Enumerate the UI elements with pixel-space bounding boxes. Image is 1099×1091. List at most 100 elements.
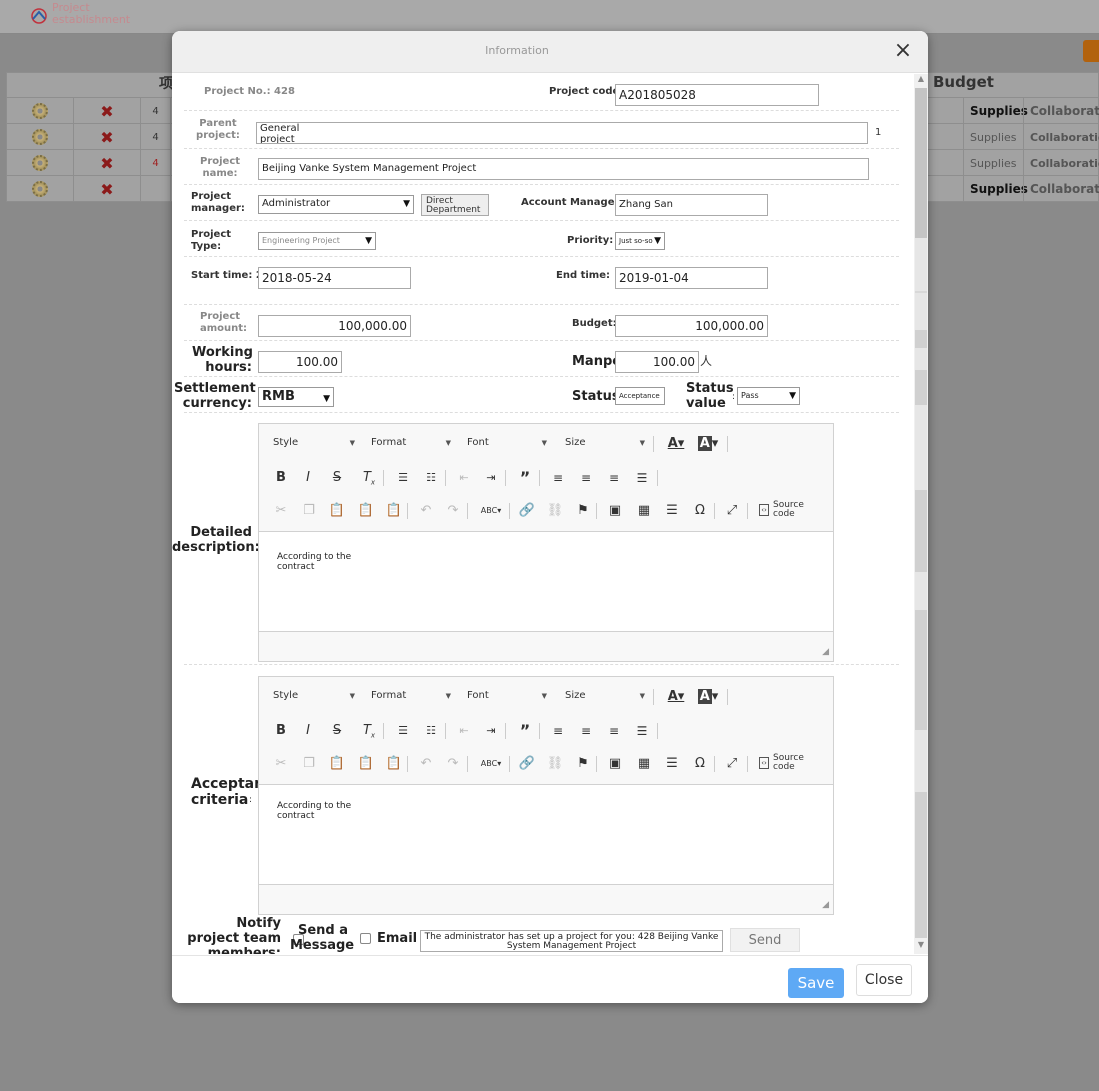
justify-icon[interactable]: ☰ [632, 721, 652, 741]
manpower-input[interactable]: 100.00 [615, 351, 699, 373]
scroll-up-icon[interactable]: ▲ [916, 74, 926, 86]
paste-icon[interactable]: 📋 [327, 501, 347, 521]
numbered-list-icon[interactable]: ☰ [393, 468, 413, 488]
project-manager-select[interactable]: Administrator ▼ [258, 195, 414, 214]
maximize-icon[interactable]: ⤢ [722, 754, 742, 774]
bg-color-icon[interactable]: A ▾ [695, 434, 721, 454]
link-icon[interactable]: 🔗 [517, 754, 537, 774]
resize-handle-icon[interactable]: ◢ [822, 647, 829, 657]
undo-icon[interactable]: ↶ [416, 501, 436, 521]
blockquote-icon[interactable]: ” [515, 468, 535, 488]
font-dropdown[interactable]: Font ▼ [461, 434, 549, 452]
send-button[interactable]: Send [730, 928, 800, 952]
unlink-icon[interactable]: ⛓ [545, 501, 565, 521]
size-dropdown[interactable]: Size ▼ [559, 687, 647, 705]
italic-icon[interactable]: I [298, 468, 318, 488]
direct-department-button[interactable]: Direct Department [421, 194, 489, 216]
image-icon[interactable]: ▣ [605, 754, 625, 774]
spellcheck-icon[interactable]: ABC▾ [477, 501, 505, 521]
account-manager-input[interactable]: Zhang San [615, 194, 768, 216]
anchor-icon[interactable]: ⚑ [573, 754, 593, 774]
gear-icon[interactable] [32, 129, 48, 145]
redo-icon[interactable]: ↷ [443, 754, 463, 774]
cut-icon[interactable]: ✂ [271, 501, 291, 521]
numbered-list-icon[interactable]: ☰ [393, 721, 413, 741]
acceptance-textarea[interactable]: According to the contract [259, 784, 833, 885]
bg-color-icon[interactable]: A ▾ [695, 687, 721, 707]
style-dropdown[interactable]: Style ▼ [267, 687, 357, 705]
delete-icon[interactable]: ✖ [100, 102, 113, 121]
project-name-input[interactable]: Beijing Vanke System Management Project [258, 158, 869, 180]
close-button[interactable]: Close [856, 964, 912, 996]
paste-text-icon[interactable]: 📋 [356, 754, 376, 774]
table-icon[interactable]: ▦ [634, 754, 654, 774]
remove-format-icon[interactable]: Tx [359, 721, 379, 741]
align-right-icon[interactable]: ≡ [604, 468, 624, 488]
bulleted-list-icon[interactable]: ☷ [421, 468, 441, 488]
spellcheck-icon[interactable]: ABC▾ [477, 754, 505, 774]
special-char-icon[interactable]: Ω [690, 754, 710, 774]
parent-project-input[interactable]: General project [256, 122, 868, 144]
scrollbar[interactable]: ▲ ▼ [914, 74, 928, 954]
image-icon[interactable]: ▣ [605, 501, 625, 521]
justify-icon[interactable]: ☰ [632, 468, 652, 488]
text-color-icon[interactable]: A▾ [663, 434, 689, 454]
description-textarea[interactable]: According to the contract [259, 531, 833, 632]
remove-format-icon[interactable]: Tx [359, 468, 379, 488]
save-button[interactable]: Save [788, 968, 844, 998]
close-icon[interactable]: × [892, 40, 914, 62]
paste-text-icon[interactable]: 📋 [356, 501, 376, 521]
delete-icon[interactable]: ✖ [100, 128, 113, 147]
indent-icon[interactable]: ⇥ [481, 468, 501, 488]
paste-word-icon[interactable]: 📋 [384, 754, 404, 774]
scroll-down-icon[interactable]: ▼ [916, 940, 926, 952]
delete-icon[interactable]: ✖ [100, 180, 113, 199]
status-field[interactable]: Acceptance [615, 387, 665, 405]
indent-icon[interactable]: ⇥ [481, 721, 501, 741]
blockquote-icon[interactable]: ” [515, 721, 535, 741]
status-value-select[interactable]: Pass ▼ [737, 387, 800, 405]
hr-icon[interactable]: ☰ [662, 501, 682, 521]
copy-icon[interactable]: ❐ [299, 754, 319, 774]
align-center-icon[interactable]: ≡ [576, 468, 596, 488]
outdent-icon[interactable]: ⇤ [454, 468, 474, 488]
scrollbar-thumb[interactable] [915, 88, 927, 238]
outdent-icon[interactable]: ⇤ [454, 721, 474, 741]
bulleted-list-icon[interactable]: ☷ [421, 721, 441, 741]
align-left-icon[interactable]: ≡ [548, 468, 568, 488]
bold-icon[interactable]: B [271, 721, 291, 741]
font-dropdown[interactable]: Font ▼ [461, 687, 549, 705]
italic-icon[interactable]: I [298, 721, 318, 741]
link-icon[interactable]: 🔗 [517, 501, 537, 521]
add-button[interactable] [1083, 40, 1099, 62]
settlement-currency-select[interactable]: RMB ▼ [258, 387, 334, 407]
style-dropdown[interactable]: Style ▼ [267, 434, 357, 452]
start-time-input[interactable]: 2018-05-24 [258, 267, 411, 289]
gear-icon[interactable] [32, 103, 48, 119]
undo-icon[interactable]: ↶ [416, 754, 436, 774]
align-center-icon[interactable]: ≡ [576, 721, 596, 741]
delete-icon[interactable]: ✖ [100, 154, 113, 173]
email-checkbox[interactable] [360, 933, 371, 944]
project-type-select[interactable]: Engineering Project ▼ [258, 232, 376, 250]
format-dropdown[interactable]: Format ▼ [365, 687, 453, 705]
anchor-icon[interactable]: ⚑ [573, 501, 593, 521]
scrollbar-track[interactable] [915, 88, 927, 938]
special-char-icon[interactable]: Ω [690, 501, 710, 521]
resize-handle-icon[interactable]: ◢ [822, 900, 829, 910]
redo-icon[interactable]: ↷ [443, 501, 463, 521]
budget-input[interactable]: 100,000.00 [615, 315, 768, 337]
align-left-icon[interactable]: ≡ [548, 721, 568, 741]
source-code-button[interactable]: ‹› Source code [759, 499, 809, 521]
project-amount-input[interactable]: 100,000.00 [258, 315, 411, 337]
gear-icon[interactable] [32, 181, 48, 197]
bold-icon[interactable]: B [271, 468, 291, 488]
end-time-input[interactable]: 2019-01-04 [615, 267, 768, 289]
text-color-icon[interactable]: A▾ [663, 687, 689, 707]
priority-select[interactable]: Just so-so ▼ [615, 232, 665, 250]
paste-word-icon[interactable]: 📋 [384, 501, 404, 521]
copy-icon[interactable]: ❐ [299, 501, 319, 521]
project-code-input[interactable]: A201805028 [615, 84, 819, 106]
unlink-icon[interactable]: ⛓ [545, 754, 565, 774]
gear-icon[interactable] [32, 155, 48, 171]
